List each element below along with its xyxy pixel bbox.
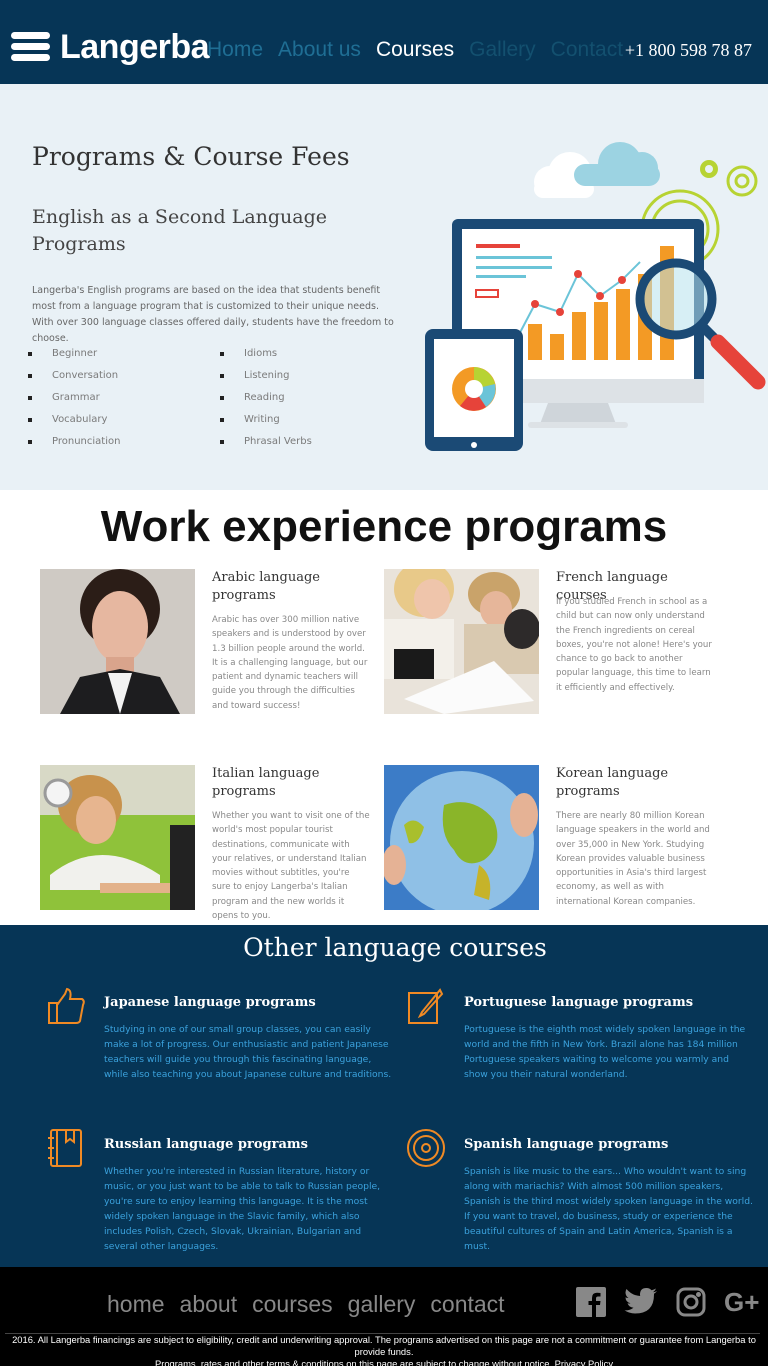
footer-nav-about[interactable]: about [180, 1291, 238, 1318]
list-item: Pronunciation [28, 435, 120, 457]
nav-courses[interactable]: Courses [376, 38, 454, 62]
program-text: If you studied French in school as a chi… [556, 597, 712, 693]
facebook-icon[interactable] [576, 1287, 606, 1321]
disc-icon [406, 1128, 446, 1168]
list-item: Grammar [28, 391, 120, 413]
program-title: Arabic language programs [212, 570, 320, 603]
course-text: Studying in one of our small group class… [104, 1024, 392, 1080]
footer-nav-contact[interactable]: contact [430, 1291, 504, 1318]
list-item: Phrasal Verbs [220, 435, 312, 457]
instagram-icon[interactable] [676, 1287, 706, 1321]
edit-icon [406, 986, 446, 1026]
course-title: Portuguese language programs [464, 995, 694, 1010]
program-card-korean: Korean language programs There are nearl… [384, 765, 714, 915]
footer-nav-gallery[interactable]: gallery [348, 1291, 416, 1318]
other-courses-section: Other language courses Japanese language… [0, 925, 768, 1267]
course-text: Spanish is like music to the ears... Who… [464, 1166, 753, 1252]
svg-text:G+: G+ [724, 1287, 759, 1317]
program-card-arabic: Arabic language programs Arabic has over… [40, 569, 370, 719]
programs-hero: Programs & Course Fees English as a Seco… [0, 84, 768, 490]
twitter-icon[interactable] [624, 1287, 658, 1321]
legal-line-1: 2016. All Langerba financings are subjec… [12, 1334, 756, 1357]
intro-text: Langerba's English programs are based on… [32, 285, 394, 344]
list-item: Idioms [220, 347, 312, 369]
footer-nav-courses[interactable]: courses [252, 1291, 333, 1318]
phone-number[interactable]: +1 800 598 78 87 [625, 40, 752, 61]
analytics-illustration [425, 142, 766, 451]
site-footer: home about courses gallery contact G+ 20… [0, 1267, 768, 1366]
course-title: Spanish language programs [464, 1137, 669, 1152]
course-spanish: Spanish language programs Spanish is lik… [407, 1129, 754, 1254]
list-item: Listening [220, 369, 312, 391]
korean-program-photo [384, 765, 539, 910]
book-icon [46, 1128, 86, 1168]
nav-about-us[interactable]: About us [278, 38, 361, 62]
list-item: Vocabulary [28, 413, 120, 435]
course-japanese: Japanese language programs Studying in o… [48, 987, 394, 1082]
list-item: Reading [220, 391, 312, 413]
work-programs-title: Work experience programs [100, 502, 668, 551]
list-item: Conversation [28, 369, 120, 391]
program-text: There are nearly 80 million Korean langu… [556, 811, 710, 907]
thumbs-up-icon [46, 986, 86, 1026]
program-title: Korean language programs [556, 766, 669, 799]
nav-home[interactable]: Home [207, 38, 263, 62]
program-card-french: French language courses If you studied F… [384, 569, 714, 719]
program-card-italian: Italian language programs Whether you wa… [40, 765, 370, 921]
italian-program-photo [40, 765, 195, 910]
arabic-program-photo [40, 569, 195, 714]
page-title: Programs & Course Fees [32, 142, 350, 171]
nav-gallery[interactable]: Gallery [469, 38, 536, 62]
site-header: Langerba Home About us Courses Gallery C… [0, 0, 768, 84]
program-title: Italian language programs [212, 766, 320, 799]
french-program-photo [384, 569, 539, 714]
footer-nav: home about courses gallery contact [107, 1291, 505, 1318]
topics-list-left: Beginner Conversation Grammar Vocabulary… [28, 347, 120, 457]
main-nav: Home About us Courses Gallery Contact [207, 38, 623, 62]
social-links: G+ [576, 1287, 764, 1321]
legal-line-2: Programs, rates and other terms & condit… [154, 1358, 614, 1366]
course-title: Russian language programs [104, 1137, 308, 1152]
topics-list-right: Idioms Listening Reading Writing Phrasal… [220, 347, 312, 457]
nav-contact[interactable]: Contact [551, 38, 623, 62]
section-subtitle: English as a Second Language Programs [32, 206, 328, 255]
legal-disclaimer: 2016. All Langerba financings are subjec… [0, 1334, 768, 1366]
list-item: Writing [220, 413, 312, 435]
course-text: Portuguese is the eighth most widely spo… [464, 1024, 746, 1080]
footer-nav-home[interactable]: home [107, 1291, 165, 1318]
program-text: Whether you want to visit one of the wor… [212, 811, 370, 922]
hamburger-menu-icon[interactable] [11, 32, 50, 62]
list-item: Beginner [28, 347, 120, 369]
google-plus-icon[interactable]: G+ [724, 1287, 764, 1321]
course-title: Japanese language programs [104, 995, 316, 1010]
program-text: Arabic has over 300 million native speak… [212, 615, 368, 711]
course-portuguese: Portuguese language programs Portuguese … [408, 988, 754, 1082]
course-russian: Russian language programs Whether you're… [48, 1129, 394, 1254]
course-text: Whether you're interested in Russian lit… [104, 1166, 381, 1252]
site-logo[interactable]: Langerba [60, 28, 210, 67]
other-courses-title: Other language courses [243, 933, 547, 962]
